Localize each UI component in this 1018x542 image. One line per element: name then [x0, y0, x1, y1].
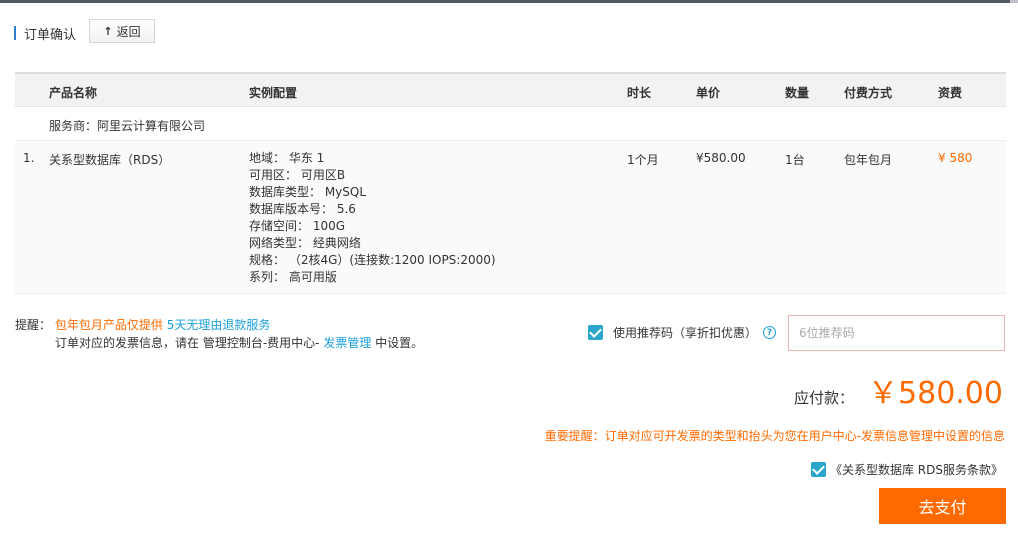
- column-unit-price: 单价: [696, 86, 721, 100]
- config-region: 地域： 华东 1: [249, 151, 325, 165]
- order-table: 产品名称 实例配置 时长 单价 数量 付费方式 资费 服务商：阿里云计算有限公司…: [15, 72, 1006, 294]
- row-index: 1.: [23, 151, 35, 165]
- arrow-up-icon: ↑: [103, 24, 113, 38]
- column-fee: 资费: [938, 86, 963, 100]
- column-payment: 付费方式: [844, 86, 893, 100]
- config-series: 系列： 高可用版: [249, 270, 337, 284]
- terms-agreement: 《关系型数据库 RDS服务条款》: [810, 461, 1003, 478]
- column-duration: 时长: [627, 86, 652, 100]
- back-button[interactable]: ↑ 返回: [89, 19, 155, 43]
- top-bar-end: [1010, 0, 1018, 3]
- duration-value: 1个月: [627, 153, 659, 167]
- terms-checkbox[interactable]: [810, 462, 826, 477]
- reminder-line-2: 订单对应的发票信息，请在 管理控制台-费用中心- 发票管理 中设置。: [15, 334, 423, 352]
- promo-code-checkbox[interactable]: [588, 325, 603, 340]
- vendor-row: 服务商：阿里云计算有限公司: [15, 107, 1006, 141]
- top-bar: [0, 0, 1018, 3]
- promo-code-label: 使用推荐码（享折扣优惠）: [613, 326, 758, 340]
- quantity-value: 1台: [785, 153, 805, 167]
- table-row: 1. 关系型数据库（RDS） 地域： 华东 1 可用区： 可用区B 数据库类型：…: [15, 141, 1006, 294]
- config-db-version: 数据库版本号： 5.6: [249, 202, 356, 216]
- back-button-label: 返回: [116, 24, 141, 39]
- config-db-type: 数据库类型： MySQL: [249, 185, 367, 199]
- fee-value: ¥ 580: [938, 151, 973, 165]
- column-quantity: 数量: [785, 86, 810, 100]
- promo-code-input[interactable]: [788, 315, 1005, 351]
- vendor-name: 服务商：阿里云计算有限公司: [49, 119, 206, 133]
- config-zone: 可用区： 可用区B: [249, 168, 346, 182]
- amount-due-value: ￥580.00: [868, 376, 1003, 411]
- amount-due-label: 应付款：: [794, 389, 855, 407]
- title-marker: [14, 26, 16, 40]
- amount-due: 应付款： ￥580.00: [794, 368, 1003, 412]
- table-header: 产品名称 实例配置 时长 单价 数量 付费方式 资费: [15, 72, 1006, 107]
- invoice-text-suffix: 中设置。: [375, 336, 424, 350]
- reminder-line-1: 提醒： 包年包月产品仅提供 5天无理由退款服务: [15, 316, 423, 334]
- terms-link[interactable]: 《关系型数据库 RDS服务条款》: [830, 461, 1003, 478]
- config-storage: 存储空间： 100G: [249, 219, 346, 233]
- reminder: 提醒： 包年包月产品仅提供 5天无理由退款服务 订单对应的发票信息，请在 管理控…: [15, 316, 423, 352]
- config-network: 网络类型： 经典网络: [249, 236, 361, 250]
- question-circle-icon[interactable]: ?: [763, 326, 777, 339]
- invoice-management-link[interactable]: 发票管理: [323, 336, 371, 350]
- instance-config: 地域： 华东 1 可用区： 可用区B 数据库类型： MySQL 数据库版本号： …: [249, 150, 496, 286]
- unit-price-value: ¥580.00: [696, 151, 746, 165]
- invoice-text: 订单对应的发票信息，请在 管理控制台-费用中心-: [55, 336, 320, 350]
- reminder-label: 提醒：: [15, 318, 52, 332]
- refund-policy-link[interactable]: 5天无理由退款服务: [167, 318, 271, 332]
- config-spec: 规格： （2核4G）(连接数:1200 IOPS:2000): [249, 253, 496, 267]
- column-product: 产品名称: [49, 86, 98, 100]
- title-area: 订单确认: [14, 20, 76, 46]
- product-name: 关系型数据库（RDS）: [49, 153, 171, 167]
- promo-code-option: 使用推荐码（享折扣优惠） ?: [588, 324, 777, 341]
- payment-value: 包年包月: [844, 153, 893, 167]
- column-config: 实例配置: [249, 86, 298, 100]
- important-note: 重要提醒：订单对应可开发票的类型和抬头为您在用户中心-发票信息管理中设置的信息: [544, 429, 1005, 443]
- refund-notice: 包年包月产品仅提供: [54, 318, 163, 332]
- page-title: 订单确认: [24, 27, 77, 43]
- pay-button[interactable]: 去支付: [879, 488, 1006, 524]
